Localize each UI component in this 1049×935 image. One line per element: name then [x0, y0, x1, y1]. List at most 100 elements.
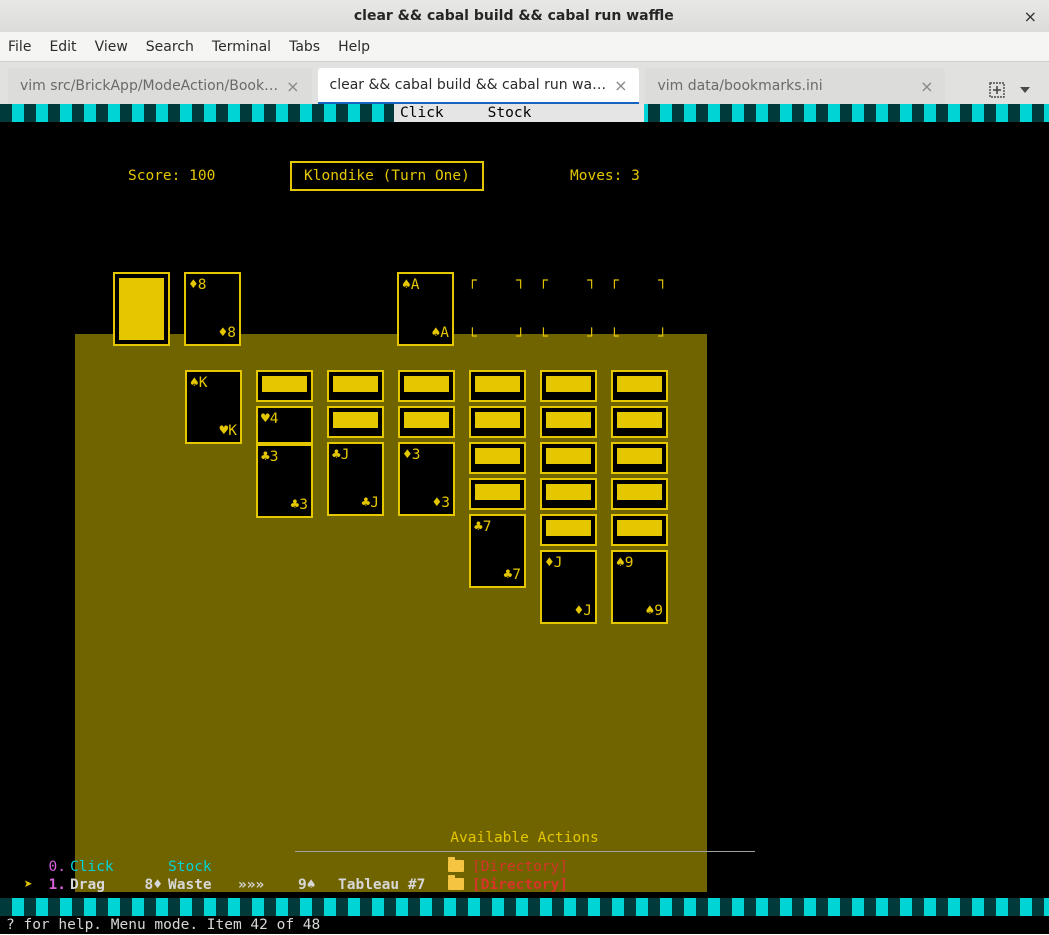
facedown-card[interactable]: [327, 370, 384, 402]
divider: [295, 851, 755, 852]
card-back: [119, 278, 164, 340]
action-row-1[interactable]: ➤ 1. Drag 8♦ Waste »»» 9♠ Tableau #7 [Di…: [0, 876, 1049, 894]
menu-tabs[interactable]: Tabs: [289, 39, 320, 55]
window-title: clear && cabal build && cabal run waffle: [8, 8, 1020, 24]
action-row-0[interactable]: 0. Click Stock [Directory]: [0, 858, 1049, 876]
tab-3[interactable]: vim data/bookmarks.ini ×: [645, 68, 945, 104]
folder-icon: [448, 858, 472, 876]
action-index: 1.: [42, 876, 70, 894]
action-card: 8♦: [128, 876, 168, 894]
facedown-card[interactable]: [611, 514, 668, 546]
card-diamond-j[interactable]: ♦J ♦J: [540, 550, 597, 624]
action-verb: Drag: [70, 876, 128, 894]
menu-view[interactable]: View: [95, 39, 128, 55]
tab-3-close-icon[interactable]: ×: [920, 77, 933, 96]
action-source: Stock: [168, 858, 238, 876]
stock-area[interactable]: [37, 272, 107, 356]
facedown-card[interactable]: [469, 406, 526, 438]
menu-file[interactable]: File: [8, 39, 31, 55]
folder-icon: [448, 876, 472, 894]
tab-menu-icon[interactable]: [1019, 84, 1031, 96]
facedown-card[interactable]: [611, 406, 668, 438]
tableau-col-6[interactable]: ♦J ♦J: [540, 370, 597, 624]
window-titlebar: clear && cabal build && cabal run waffle…: [0, 0, 1049, 32]
facedown-card[interactable]: [540, 406, 597, 438]
card-club-j[interactable]: ♣J ♣J: [327, 442, 384, 516]
action-destination: Tableau #7: [338, 876, 448, 894]
card-club-7[interactable]: ♣7 ♣7: [469, 514, 526, 588]
waste-pile[interactable]: ♦8 ♦8: [184, 272, 241, 346]
action-arrow: »»»: [238, 876, 298, 894]
tableau-col-4[interactable]: ♦3 ♦3: [398, 370, 455, 624]
facedown-card[interactable]: [469, 370, 526, 402]
facedown-card[interactable]: [398, 406, 455, 438]
tab-1-close-icon[interactable]: ×: [286, 77, 299, 96]
action-dst-card: 9♠: [298, 876, 338, 894]
facedown-card[interactable]: [469, 442, 526, 474]
action-directory-tag: [Directory]: [472, 876, 568, 894]
tableau-col-1[interactable]: ♠K ♥K: [185, 370, 242, 624]
facedown-card[interactable]: [540, 370, 597, 402]
facedown-card[interactable]: [398, 370, 455, 402]
stock-foundation-row: ♦8 ♦8 ♠A ♠A ┌┐ └┘ ┌┐ └┘ ┌┐ └┘: [113, 272, 667, 346]
facedown-card[interactable]: [611, 478, 668, 510]
facedown-card[interactable]: [540, 514, 597, 546]
score-label: Score: 100: [128, 167, 215, 185]
tableau-col-7[interactable]: ♠9 ♠9: [611, 370, 668, 624]
foundation-4[interactable]: ┌┐ └┘: [610, 272, 667, 346]
action-index: 0.: [42, 858, 70, 876]
card-diamond-3[interactable]: ♦3 ♦3: [398, 442, 455, 516]
foundation-1[interactable]: ♠A ♠A: [397, 272, 454, 346]
action-source: Waste: [168, 876, 238, 894]
tableau: ♠K ♥K ♥4 ♣3 ♣3 ♣J: [185, 370, 668, 624]
available-actions-panel: Available Actions 0. Click Stock [Direct…: [0, 829, 1049, 894]
facedown-card[interactable]: [540, 478, 597, 510]
card-heart-4[interactable]: ♥4: [256, 406, 313, 444]
card-spade-k[interactable]: ♠K ♥K: [185, 370, 242, 444]
menu-edit[interactable]: Edit: [49, 39, 76, 55]
foundation-3[interactable]: ┌┐ └┘: [539, 272, 596, 346]
tab-2[interactable]: clear && cabal build && cabal run wa… ×: [318, 68, 640, 104]
action-verb: Click: [70, 858, 128, 876]
tab-3-label: vim data/bookmarks.ini: [657, 78, 912, 94]
menu-search[interactable]: Search: [146, 39, 194, 55]
facedown-card[interactable]: [540, 442, 597, 474]
foundation-2[interactable]: ┌┐ └┘: [468, 272, 525, 346]
foundation-1-tl: ♠A: [402, 276, 419, 294]
topbar-action: Click: [400, 104, 444, 122]
facedown-card[interactable]: [611, 370, 668, 402]
card-spade-9[interactable]: ♠9 ♠9: [611, 550, 668, 624]
menu-terminal[interactable]: Terminal: [212, 39, 271, 55]
app-menubar: File Edit View Search Terminal Tabs Help: [0, 32, 1049, 62]
card-club-3[interactable]: ♣3 ♣3: [256, 444, 313, 518]
facedown-card[interactable]: [327, 406, 384, 438]
moves-label: Moves: 3: [570, 167, 640, 185]
game-name-box: Klondike (Turn One): [290, 161, 484, 191]
stock-pile[interactable]: [113, 272, 170, 346]
foundation-1-br: ♠A: [432, 324, 449, 342]
tableau-col-3[interactable]: ♣J ♣J: [327, 370, 384, 624]
tab-1-label: vim src/BrickApp/ModeAction/Book…: [20, 78, 278, 94]
tab-2-close-icon[interactable]: ×: [614, 76, 627, 95]
menu-help[interactable]: Help: [338, 39, 370, 55]
tableau-col-5[interactable]: ♣7 ♣7: [469, 370, 526, 624]
facedown-card[interactable]: [611, 442, 668, 474]
tab-bar: vim src/BrickApp/ModeAction/Book… × clea…: [0, 62, 1049, 104]
facedown-card[interactable]: [256, 370, 313, 402]
border-bottom: [0, 898, 1049, 916]
game-topbar: Click Stock: [394, 104, 644, 122]
facedown-card[interactable]: [469, 478, 526, 510]
available-actions-header: Available Actions: [0, 829, 1049, 851]
terminal-viewport[interactable]: Click Stock Score: 100 Klondike (Turn On…: [0, 104, 1049, 934]
status-line: ? for help. Menu mode. Item 42 of 48: [0, 916, 1049, 934]
action-caret: ➤: [24, 876, 42, 894]
waste-card-tl: ♦8: [189, 276, 206, 294]
tableau-col-2[interactable]: ♥4 ♣3 ♣3: [256, 370, 313, 624]
tab-1[interactable]: vim src/BrickApp/ModeAction/Book… ×: [8, 68, 312, 104]
tab-2-label: clear && cabal build && cabal run wa…: [330, 77, 607, 93]
waste-card-br: ♦8: [219, 324, 236, 342]
topbar-target: Stock: [488, 104, 532, 122]
action-directory-tag: [Directory]: [472, 858, 568, 876]
window-close-button[interactable]: ×: [1020, 7, 1041, 26]
new-tab-icon[interactable]: [989, 82, 1005, 98]
